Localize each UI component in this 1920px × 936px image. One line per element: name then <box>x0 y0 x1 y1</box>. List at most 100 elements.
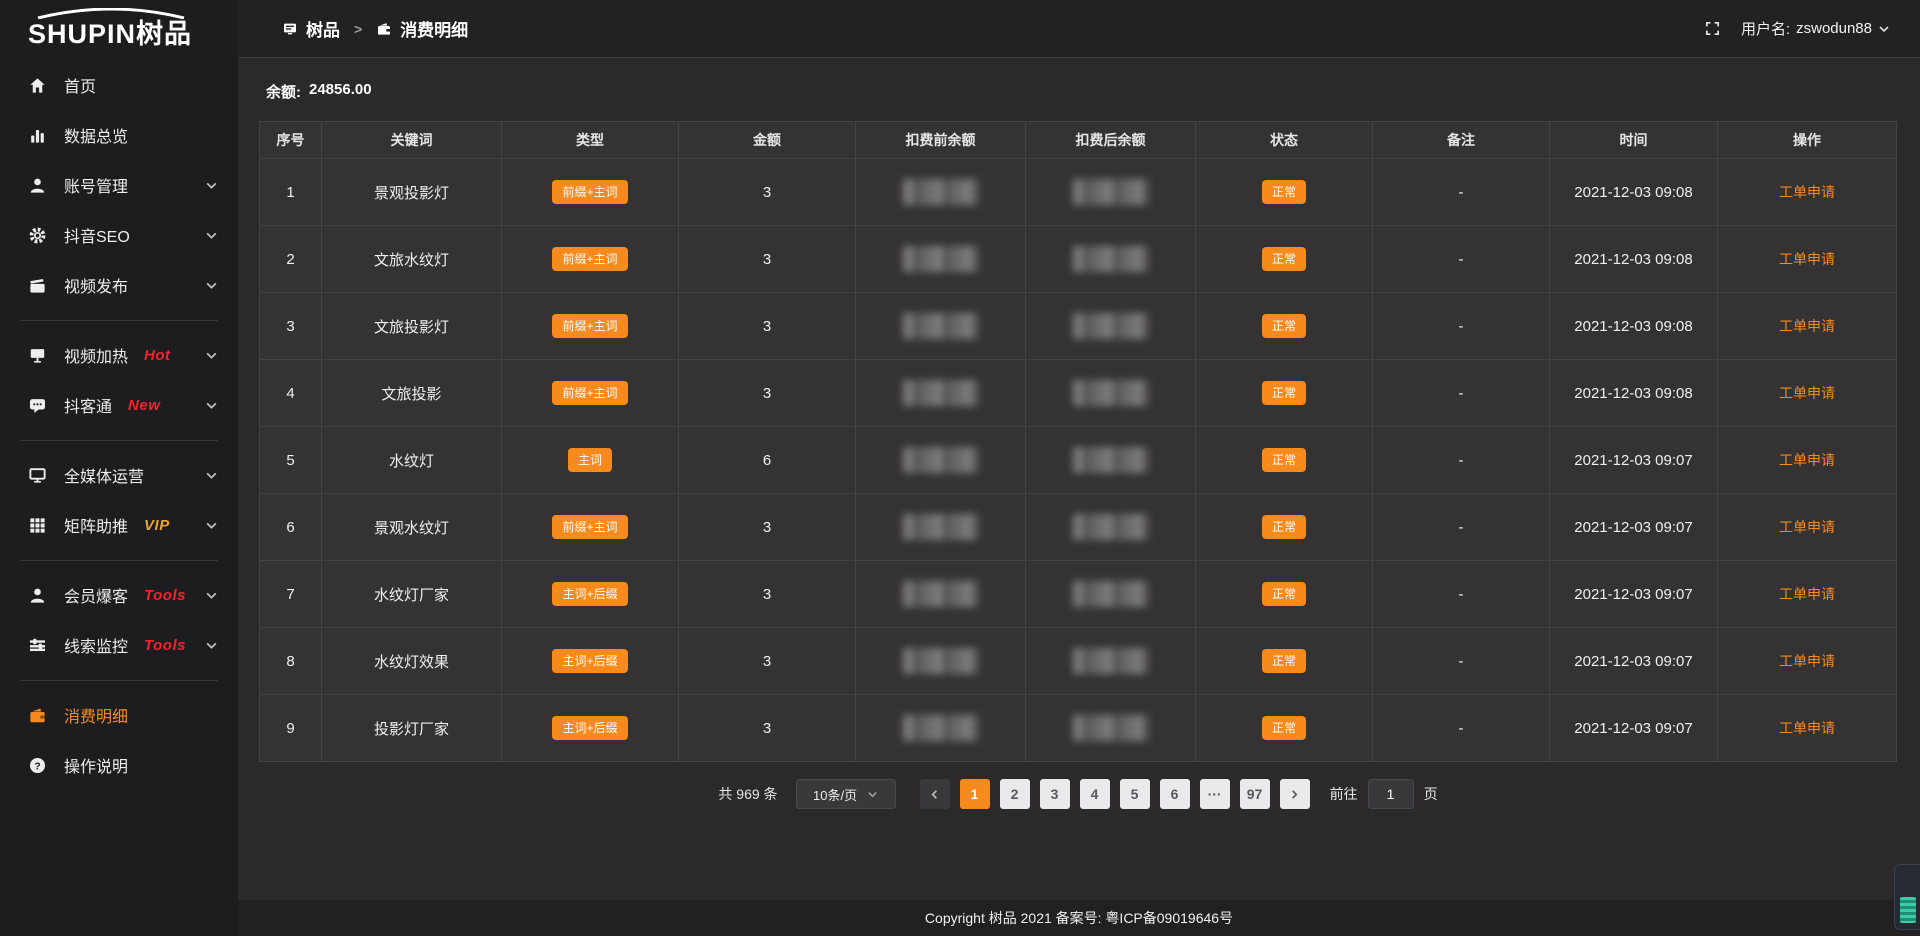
chat-widget[interactable] <box>1894 864 1920 930</box>
redacted-balance-after <box>1073 715 1149 741</box>
sidebar-divider <box>20 320 218 321</box>
redacted-balance-after <box>1073 648 1149 674</box>
prev-page-button[interactable] <box>920 779 950 809</box>
cell-keyword: 水纹灯 <box>322 427 502 494</box>
chevron-down-icon <box>205 519 218 532</box>
breadcrumb-separator: > <box>354 21 362 37</box>
cell-action: 工单申请 <box>1718 293 1897 360</box>
balance-value: 24856.00 <box>309 81 372 102</box>
cell-action: 工单申请 <box>1718 695 1897 762</box>
ticket-request-link[interactable]: 工单申请 <box>1779 519 1835 535</box>
cell-balance-after <box>1026 695 1196 762</box>
column-header: 扣费后余额 <box>1026 122 1196 159</box>
column-header: 备注 <box>1373 122 1550 159</box>
sidebar-item-label: 操作说明 <box>64 753 128 777</box>
redacted-balance-before <box>903 514 979 540</box>
sidebar-nav: 首页 数据总览 账号管理 抖音SEO <box>0 60 238 790</box>
column-header: 时间 <box>1550 122 1718 159</box>
sidebar-item-matrix-boost[interactable]: 矩阵助推 VIP <box>0 500 238 550</box>
ticket-request-link[interactable]: 工单申请 <box>1779 452 1835 468</box>
tools-tag: Tools <box>144 587 186 604</box>
cell-status: 正常 <box>1196 360 1373 427</box>
cell-action: 工单申请 <box>1718 628 1897 695</box>
cell-amount: 3 <box>679 695 856 762</box>
sidebar-item-omni-media[interactable]: 全媒体运营 <box>0 450 238 500</box>
sidebar-item-douyin-seo[interactable]: 抖音SEO <box>0 210 238 260</box>
cell-index: 1 <box>260 159 322 226</box>
type-badge: 前缀+主词 <box>552 314 627 338</box>
page-button-4[interactable]: 4 <box>1080 779 1110 809</box>
breadcrumb-current[interactable]: 消费明细 <box>376 16 468 41</box>
ticket-request-link[interactable]: 工单申请 <box>1779 653 1835 669</box>
cell-amount: 6 <box>679 427 856 494</box>
total-count-label: 共 969 条 <box>718 784 777 804</box>
cell-status: 正常 <box>1196 159 1373 226</box>
user-menu[interactable]: 用户名: zswodun88 <box>1741 18 1890 39</box>
copyright-text: Copyright 树品 2021 备案号: 粤ICP备09019646号 <box>925 908 1233 928</box>
table-row: 1 景观投影灯 前缀+主词 3 正常 - 2021-12-03 09:08 工单… <box>260 159 1897 226</box>
balance-label: 余额: <box>266 81 301 102</box>
cell-remark: - <box>1373 628 1550 695</box>
cell-balance-after <box>1026 628 1196 695</box>
sidebar-item-label: 线索监控 <box>64 633 128 657</box>
page-button-2[interactable]: 2 <box>1000 779 1030 809</box>
page-size-value: 10条/页 <box>813 785 857 804</box>
next-page-button[interactable] <box>1280 779 1310 809</box>
table-header-row: 序号关键词类型金额扣费前余额扣费后余额状态备注时间操作 <box>260 122 1897 159</box>
cell-type: 主词 <box>502 427 679 494</box>
type-badge: 主词 <box>568 448 612 472</box>
sidebar-item-video-publish[interactable]: 视频发布 <box>0 260 238 310</box>
breadcrumb-home[interactable]: 树品 <box>282 16 340 41</box>
status-badge: 正常 <box>1262 314 1306 338</box>
cell-index: 3 <box>260 293 322 360</box>
logo-text-cn: 树品 <box>136 19 192 49</box>
fullscreen-icon[interactable] <box>1704 20 1721 37</box>
page-button-97[interactable]: 97 <box>1240 779 1270 809</box>
cell-type: 前缀+主词 <box>502 226 679 293</box>
cell-index: 4 <box>260 360 322 427</box>
column-header: 状态 <box>1196 122 1373 159</box>
grid-icon <box>28 516 47 535</box>
ticket-request-link[interactable]: 工单申请 <box>1779 385 1835 401</box>
cell-status: 正常 <box>1196 226 1373 293</box>
cell-remark: - <box>1373 293 1550 360</box>
sidebar-item-account-mgmt[interactable]: 账号管理 <box>0 160 238 210</box>
ticket-request-link[interactable]: 工单申请 <box>1779 251 1835 267</box>
redacted-balance-after <box>1073 514 1149 540</box>
sidebar-item-instructions[interactable]: ? 操作说明 <box>0 740 238 790</box>
cell-index: 8 <box>260 628 322 695</box>
sidebar-item-video-heating[interactable]: 视频加热 Hot <box>0 330 238 380</box>
breadcrumb: 树品 > 消费明细 <box>282 16 468 41</box>
type-badge: 主词+后缀 <box>552 649 627 673</box>
cell-type: 主词+后缀 <box>502 561 679 628</box>
cell-keyword: 文旅投影灯 <box>322 293 502 360</box>
sidebar-item-label: 首页 <box>64 73 96 97</box>
ticket-request-link[interactable]: 工单申请 <box>1779 184 1835 200</box>
ticket-request-link[interactable]: 工单申请 <box>1779 586 1835 602</box>
username-value: zswodun88 <box>1796 20 1872 37</box>
sidebar-item-lead-monitor[interactable]: 线索监控 Tools <box>0 620 238 670</box>
sidebar-item-data-overview[interactable]: 数据总览 <box>0 110 238 160</box>
page-button-6[interactable]: 6 <box>1160 779 1190 809</box>
main-content: 余额: 24856.00 序号关键词类型金额扣费前余额扣费后余额状态备注时间操作… <box>238 59 1920 900</box>
sidebar-item-member-burst[interactable]: 会员爆客 Tools <box>0 570 238 620</box>
chevron-down-icon <box>205 179 218 192</box>
sidebar-item-home[interactable]: 首页 <box>0 60 238 110</box>
page-button-3[interactable]: 3 <box>1040 779 1070 809</box>
page-size-select[interactable]: 10条/页 <box>796 779 896 809</box>
username-label: 用户名: <box>1741 18 1790 39</box>
cell-action: 工单申请 <box>1718 427 1897 494</box>
cell-action: 工单申请 <box>1718 226 1897 293</box>
status-badge: 正常 <box>1262 448 1306 472</box>
ticket-request-link[interactable]: 工单申请 <box>1779 720 1835 736</box>
goto-page-input[interactable] <box>1368 779 1414 809</box>
cell-action: 工单申请 <box>1718 494 1897 561</box>
page-button-1[interactable]: 1 <box>960 779 990 809</box>
sidebar-item-douketong[interactable]: 抖客通 New <box>0 380 238 430</box>
cell-time: 2021-12-03 09:07 <box>1550 561 1718 628</box>
sidebar-item-consumption-detail[interactable]: 消费明细 <box>0 690 238 740</box>
more-pages-button[interactable]: ··· <box>1200 779 1230 809</box>
page-button-5[interactable]: 5 <box>1120 779 1150 809</box>
redacted-balance-before <box>903 715 979 741</box>
ticket-request-link[interactable]: 工单申请 <box>1779 318 1835 334</box>
